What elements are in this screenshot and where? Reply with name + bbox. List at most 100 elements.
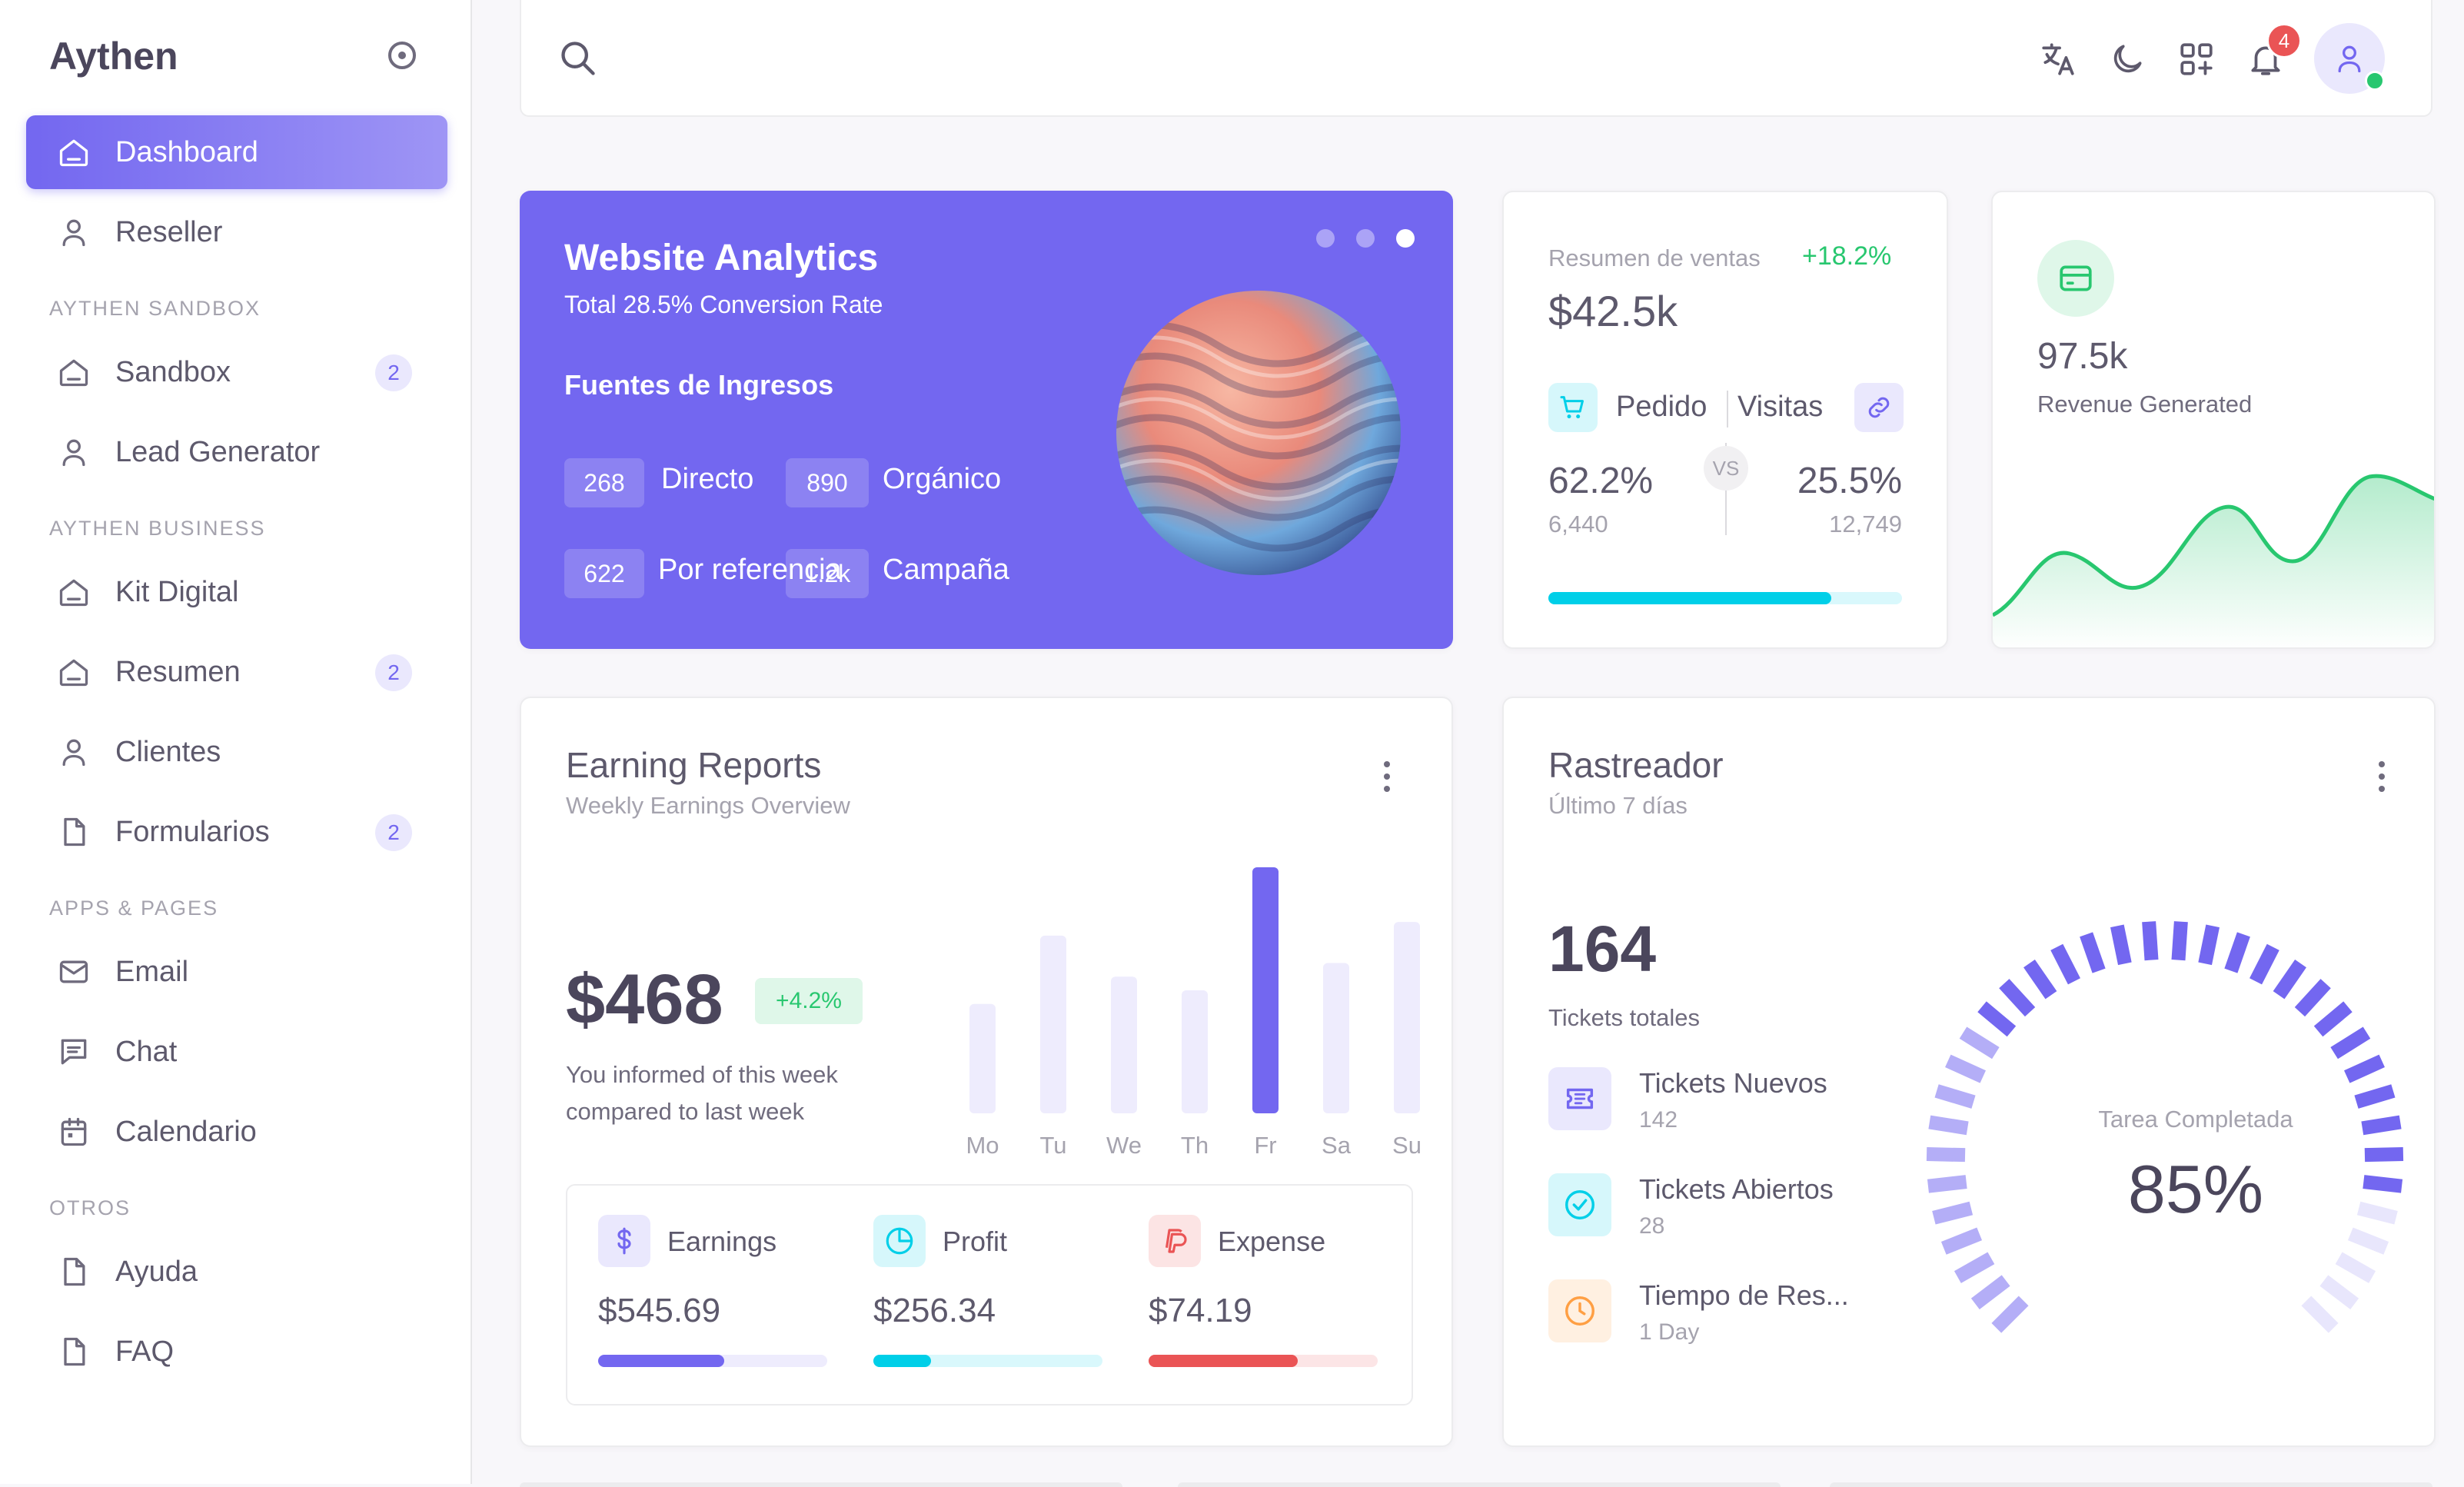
sidebar-item-badge: 2 <box>375 654 412 691</box>
earning-change-badge: +4.2% <box>755 978 863 1024</box>
user-icon <box>57 435 91 469</box>
carousel-dot-1[interactable] <box>1316 229 1335 248</box>
bar-label-sa: Sa <box>1322 1132 1352 1159</box>
moon-icon[interactable] <box>2108 40 2146 78</box>
bar-fr[interactable] <box>1252 867 1279 1113</box>
carousel-dot-3[interactable] <box>1396 229 1415 248</box>
sidebar-item-label: Clientes <box>115 735 221 768</box>
apps-grid-icon[interactable] <box>2177 40 2216 78</box>
vs-badge: VS <box>1704 446 1748 491</box>
sales-title: Resumen de ventas <box>1548 245 1761 271</box>
gauge-segment <box>2356 1201 2398 1225</box>
gauge-segment <box>2080 932 2106 973</box>
menu-section-header: AYTHEN BUSINESS <box>49 517 266 540</box>
gauge-segment <box>2110 924 2132 966</box>
tracker-item-value: 1 Day <box>1639 1319 1700 1345</box>
sidebar-item-clientes[interactable]: Clientes <box>26 715 447 789</box>
stat-label: Expense <box>1218 1226 1326 1257</box>
source-value-organic: 890 <box>786 458 869 507</box>
gauge-segment <box>2224 932 2250 973</box>
sidebar-item-label: Reseller <box>115 215 223 248</box>
stat-progress-track <box>598 1355 827 1367</box>
tracker-item-value: 142 <box>1639 1107 1678 1133</box>
bar-label-we: We <box>1106 1132 1142 1159</box>
sidebar-item-label: Kit Digital <box>115 575 239 608</box>
bar-we[interactable] <box>1111 976 1137 1113</box>
source-value-referral: 622 <box>564 549 644 598</box>
sidebar-item-lead-generator[interactable]: Lead Generator <box>26 415 447 489</box>
sidebar-item-kit-digital[interactable]: Kit Digital <box>26 555 447 629</box>
search-icon[interactable] <box>558 38 598 78</box>
gauge-segment <box>1959 1026 2000 1060</box>
gauge-segment <box>2171 921 2188 961</box>
sidebar-item-badge: 2 <box>375 354 412 391</box>
sidebar-item-dashboard[interactable]: Dashboard <box>26 115 447 189</box>
more-options-icon[interactable] <box>1382 760 1392 793</box>
stat-value: $545.69 <box>598 1292 721 1329</box>
gauge-label: Tarea Completada <box>2098 1106 2293 1133</box>
weekly-earnings-bar-chart: Mo Tu We Th Fr Sa Su <box>966 867 1422 1159</box>
bar-label-tu: Tu <box>1039 1132 1066 1159</box>
stat-progress-fill <box>873 1355 931 1367</box>
sidebar-item-ayuda[interactable]: Ayuda <box>26 1235 447 1309</box>
stat-label: Earnings <box>667 1226 777 1257</box>
sidebar-item-email[interactable]: Email <box>26 935 447 1009</box>
tracker-item-label: Tiempo de Res... <box>1639 1279 1849 1311</box>
brand-logo[interactable]: Aythen <box>49 34 178 78</box>
task-completion-gauge <box>1926 921 2404 1333</box>
home-icon <box>57 135 91 169</box>
tracker-total: 164 <box>1548 913 1657 985</box>
gauge-segment <box>2361 1115 2402 1136</box>
home-icon <box>57 575 91 609</box>
sidebar-item-faq[interactable]: FAQ <box>26 1315 447 1389</box>
stat-progress-fill <box>598 1355 724 1367</box>
carousel-dot-2[interactable] <box>1356 229 1375 248</box>
more-options-icon[interactable] <box>2377 760 2386 793</box>
bar-th[interactable] <box>1182 990 1208 1113</box>
tracker-item-label: Tickets Abiertos <box>1639 1173 1834 1205</box>
sidebar-item-formularios[interactable]: Formularios 2 <box>26 795 447 869</box>
user-icon <box>57 735 91 769</box>
sidebar-item-reseller[interactable]: Reseller <box>26 195 447 269</box>
translate-icon[interactable] <box>2039 40 2077 78</box>
sidebar: Aythen Dashboard Reseller AYTHEN SANDBOX Sa… <box>0 0 472 1484</box>
website-analytics-card: Website Analytics Total 28.5% Conversion… <box>520 191 1453 649</box>
source-value-campaign: 1.2k <box>786 549 869 598</box>
stat-value: $74.19 <box>1149 1292 1252 1329</box>
analytics-section-title: Fuentes de Ingresos <box>564 369 834 401</box>
gauge-segment <box>2319 1275 2359 1309</box>
source-label-organic: Orgánico <box>883 463 1002 495</box>
bar-su[interactable] <box>1394 922 1420 1113</box>
file-icon <box>57 815 91 849</box>
gauge-segment <box>2273 960 2306 1000</box>
sidebar-item-calendario[interactable]: Calendario <box>26 1095 447 1169</box>
bar-sa[interactable] <box>1323 963 1349 1113</box>
earning-amount: $468 <box>566 960 723 1039</box>
source-label-direct: Directo <box>661 463 754 495</box>
tracker-item-value: 28 <box>1639 1213 1665 1239</box>
sidebar-item-chat[interactable]: Chat <box>26 1015 447 1089</box>
next-card-edge <box>520 1482 1122 1487</box>
user-avatar[interactable] <box>2314 23 2385 94</box>
credit-card-icon <box>2037 240 2114 317</box>
sidebar-item-resumen[interactable]: Resumen 2 <box>26 635 447 709</box>
check-circle-icon <box>1548 1173 1611 1236</box>
bar-tu[interactable] <box>1040 935 1066 1113</box>
sidebar-item-label: Lead Generator <box>115 435 321 468</box>
bar-mo[interactable] <box>969 1003 996 1113</box>
revenue-label: Revenue Generated <box>2037 391 2253 417</box>
gauge-segment <box>2313 1001 2353 1037</box>
sidebar-item-label: Sandbox <box>115 355 231 388</box>
source-label-campaign: Campaña <box>883 554 1009 586</box>
next-card-edge <box>1178 1482 1781 1487</box>
gauge-segment <box>2250 943 2279 985</box>
sidebar-item-label: Calendario <box>115 1115 257 1148</box>
sidebar-toggle-icon[interactable] <box>388 42 416 69</box>
earning-subtitle: Weekly Earnings Overview <box>566 792 850 819</box>
gauge-segment <box>1927 1175 1967 1193</box>
sidebar-item-label: Formularios <box>115 815 270 848</box>
gauge-segment <box>2050 943 2080 985</box>
analytics-subtitle: Total 28.5% Conversion Rate <box>564 291 883 318</box>
earning-reports-card: Earning Reports Weekly Earnings Overview… <box>520 697 1453 1447</box>
sidebar-item-sandbox[interactable]: Sandbox 2 <box>26 335 447 409</box>
